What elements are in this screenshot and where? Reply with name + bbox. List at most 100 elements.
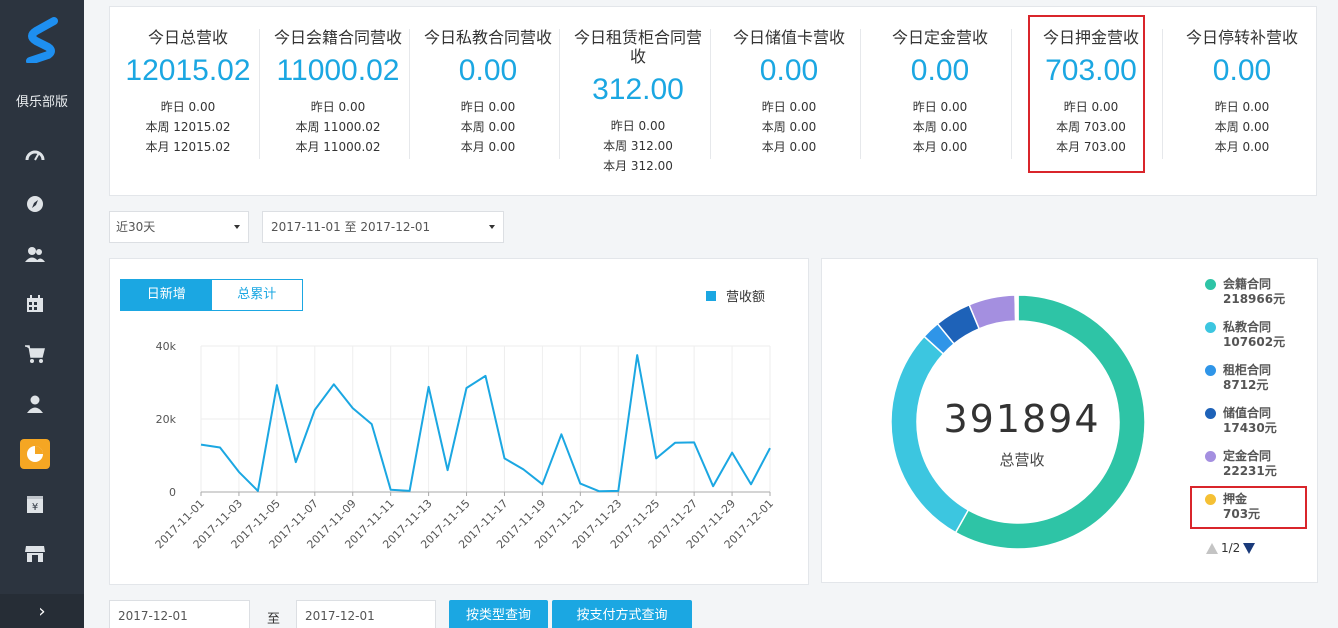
- store-icon: [25, 546, 45, 562]
- stat-label: 今日定金营收: [891, 28, 988, 47]
- member-icon: [27, 395, 43, 413]
- legend-value: 8712元: [1223, 378, 1269, 392]
- nav-reports[interactable]: [20, 439, 50, 469]
- legend-text: 会籍合同 218966元: [1223, 277, 1285, 307]
- donut-center: 391894 总营收: [892, 397, 1152, 470]
- stat-label: 今日私教合同营收: [423, 28, 552, 47]
- stat-label: 今日会籍合同营收: [273, 28, 402, 47]
- stat-week: 本周 0.00: [912, 120, 968, 134]
- stat-month: 本月 0.00: [1214, 140, 1270, 154]
- stat-label: 今日停转补营收: [1185, 28, 1298, 47]
- stat-suspend-transfer: 今日停转补营收 0.00 昨日 0.00 本周 0.00 本月 0.00: [1167, 7, 1317, 157]
- legend-value: 218966元: [1223, 292, 1286, 306]
- stat-divider: [860, 29, 861, 159]
- donut-total: 391894: [943, 397, 1101, 441]
- compass-icon: [27, 196, 43, 212]
- nav-store[interactable]: [20, 539, 50, 569]
- series-line[interactable]: [200, 354, 771, 493]
- stat-value: 11000.02: [276, 54, 400, 87]
- legend-name: 储值合同: [1223, 406, 1272, 420]
- stat-month: 本月 0.00: [761, 140, 817, 154]
- legend-dot: [1205, 279, 1216, 290]
- donut-total-label: 总营收: [999, 451, 1045, 469]
- end-date-input[interactable]: 2017-12-01: [296, 600, 436, 628]
- start-date-input[interactable]: 2017-12-01: [109, 600, 250, 628]
- stat-month: 本月 312.00: [603, 159, 673, 173]
- stat-yesterday: 昨日 0.00: [460, 100, 516, 114]
- stat-deposit-order: 今日定金营收 0.00 昨日 0.00 本周 0.00 本月 0.00: [865, 7, 1015, 157]
- nav-members[interactable]: [20, 389, 50, 419]
- stat-yesterday: 昨日 0.00: [1214, 100, 1270, 114]
- legend-dot: [1205, 365, 1216, 376]
- nav-explore[interactable]: [20, 189, 50, 219]
- query-by-type-button[interactable]: 按类型查询: [449, 600, 548, 628]
- legend-value: 107602元: [1223, 335, 1286, 349]
- legend-item[interactable]: 储值合同 17430元: [1205, 406, 1277, 436]
- highlight-box: [1028, 15, 1145, 173]
- to-label: 至: [267, 612, 281, 627]
- nav-dashboard[interactable]: [20, 139, 50, 169]
- date-range-value: 2017-11-01 至 2017-12-01: [271, 220, 431, 234]
- page-down-icon[interactable]: [1243, 542, 1256, 554]
- donut-slice[interactable]: [1015, 294, 1019, 322]
- stat-week: 本周 12015.02: [145, 120, 231, 134]
- svg-text:¥: ¥: [32, 502, 38, 513]
- date-range-select[interactable]: 2017-11-01 至 2017-12-01: [262, 211, 504, 243]
- legend-text: 私教合同 107602元: [1223, 320, 1285, 350]
- stat-divider: [559, 29, 560, 159]
- stat-week: 本周 0.00: [1214, 120, 1270, 134]
- y-tick-label: 40k: [156, 340, 177, 353]
- stat-total: 今日总营收 12015.02 昨日 0.00 本周 12015.02 本月 12…: [113, 7, 263, 157]
- revenue-line-chart-card: 日新增 总累计 营收额 0 20k 40k 2017-11-01 2017-11-03 2…: [109, 258, 809, 585]
- stat-divider: [409, 29, 410, 159]
- caret-down-icon: [489, 225, 495, 229]
- stat-locker-rental: 今日租赁柜合同营收 312.00 昨日 0.00 本周 312.00 本月 31…: [563, 7, 713, 176]
- legend-item[interactable]: 会籍合同 218966元: [1205, 277, 1285, 307]
- legend-name: 定金合同: [1223, 449, 1272, 463]
- stat-month: 本月 0.00: [912, 140, 968, 154]
- y-tick-label: 20k: [156, 413, 177, 426]
- stat-label: 今日租赁柜合同营收: [573, 28, 702, 66]
- legend-name: 租柜合同: [1223, 363, 1272, 377]
- period-select-value: 近30天: [116, 220, 156, 234]
- stat-week: 本周 0.00: [761, 120, 817, 134]
- legend-item[interactable]: 私教合同 107602元: [1205, 320, 1285, 350]
- legend-name: 私教合同: [1223, 320, 1272, 334]
- pie-chart-icon: [27, 446, 43, 462]
- nav-shop[interactable]: [20, 339, 50, 369]
- stat-yesterday: 昨日 0.00: [610, 119, 666, 133]
- legend-value: 22231元: [1223, 464, 1277, 478]
- stat-yesterday: 昨日 0.00: [160, 100, 216, 114]
- stat-label: 今日总营收: [147, 28, 228, 47]
- nav-users[interactable]: [20, 239, 50, 269]
- calendar-icon: [27, 295, 43, 312]
- revenue-donut-card: 391894 总营收 会籍合同 218966元 私教合同 107602元 租柜合同 871…: [821, 258, 1318, 583]
- legend-name: 会籍合同: [1223, 277, 1272, 291]
- chevron-right-icon: ›: [38, 600, 46, 622]
- caret-down-icon: [234, 225, 240, 229]
- legend-text: 定金合同 22231元: [1223, 449, 1277, 479]
- period-select[interactable]: 近30天: [109, 211, 249, 243]
- pager-label: 1/2: [1221, 541, 1241, 555]
- logo-s-icon: [26, 17, 58, 63]
- legend-text: 储值合同 17430元: [1223, 406, 1277, 436]
- legend-item[interactable]: 定金合同 22231元: [1205, 449, 1277, 479]
- legend-dot: [1205, 451, 1216, 462]
- users-icon: [25, 247, 45, 262]
- stat-month: 本月 0.00: [460, 140, 516, 154]
- nav-calendar[interactable]: [20, 289, 50, 319]
- app-logo[interactable]: [0, 0, 84, 76]
- nav-finance[interactable]: ¥: [20, 489, 50, 519]
- legend-text: 租柜合同 8712元: [1223, 363, 1271, 393]
- line-chart[interactable]: 020k40k2017-11-012017-11-032017-11-05201…: [110, 259, 810, 586]
- sidebar-collapse-button[interactable]: ›: [0, 594, 84, 628]
- stat-yesterday: 昨日 0.00: [912, 100, 968, 114]
- stat-yesterday: 昨日 0.00: [761, 100, 817, 114]
- stat-month: 本月 12015.02: [145, 140, 231, 154]
- cart-icon: [25, 345, 45, 363]
- query-by-payment-button[interactable]: 按支付方式查询: [552, 600, 692, 628]
- legend-pager: 1/2: [1206, 541, 1256, 555]
- stat-month: 本月 11000.02: [295, 140, 381, 154]
- legend-item[interactable]: 租柜合同 8712元: [1205, 363, 1271, 393]
- page-up-icon[interactable]: [1206, 542, 1218, 554]
